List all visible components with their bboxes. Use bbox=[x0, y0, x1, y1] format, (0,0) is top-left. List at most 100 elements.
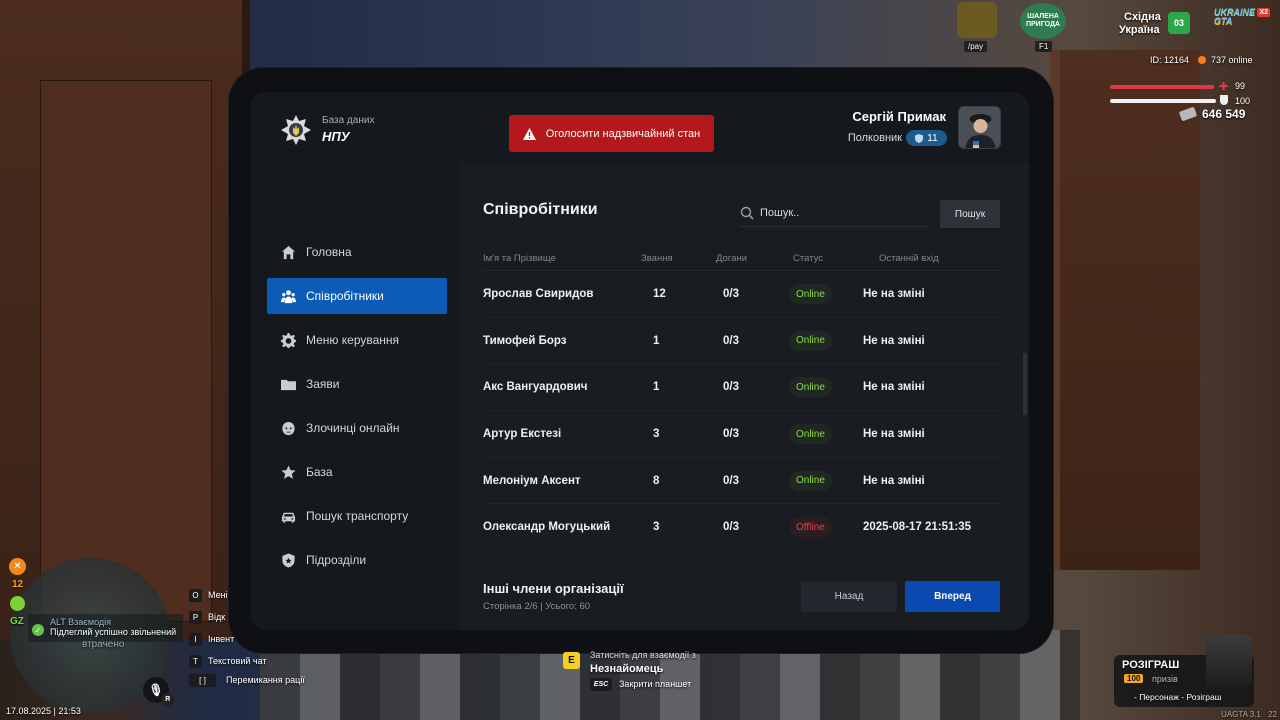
employee-rank: 1 bbox=[653, 334, 660, 347]
interact-target: Незнайомець bbox=[590, 663, 664, 675]
search-input[interactable] bbox=[760, 206, 920, 219]
employee-table: Ярослав Свиридов 12 0/3 Online Не на змі… bbox=[483, 271, 1000, 551]
emergency-button[interactable]: Оголосити надзвичайний стан bbox=[509, 115, 714, 152]
table-row[interactable]: Ярослав Свиридов 12 0/3 Online Не на змі… bbox=[483, 271, 1000, 318]
rank-badge: 11 bbox=[906, 130, 947, 146]
users-icon bbox=[281, 289, 296, 303]
sidebar-item-base[interactable]: База bbox=[267, 454, 447, 490]
employee-rank: 1 bbox=[653, 381, 660, 394]
sidebar-item-label: Пошук транспорту bbox=[306, 509, 409, 523]
employee-reprimands: 0/3 bbox=[723, 334, 739, 347]
search-button[interactable]: Пошук bbox=[940, 200, 1000, 228]
employee-rank: 3 bbox=[653, 428, 660, 441]
gz-label: GZ bbox=[10, 616, 24, 627]
employee-name: Олександр Могуцький bbox=[483, 521, 611, 534]
star-icon bbox=[281, 464, 296, 479]
db-subtitle: База даних bbox=[322, 115, 375, 126]
warning-icon bbox=[522, 127, 536, 140]
folder-icon bbox=[281, 379, 296, 390]
keybind-key: [ ] bbox=[189, 674, 216, 687]
giveaway-unit: призів bbox=[1152, 674, 1178, 684]
table-scrollbar[interactable] bbox=[1023, 353, 1027, 415]
sidebar-item-control-menu[interactable]: Меню керування bbox=[267, 322, 447, 358]
main-panel: Співробітники Пошук Ім'я та Прізвище Зва… bbox=[461, 163, 1029, 630]
table-row[interactable]: Тимофей Борз 1 0/3 Online Не на зміні bbox=[483, 318, 1000, 365]
sidebar-item-applications[interactable]: Заяви bbox=[267, 366, 447, 402]
keybind-key: T bbox=[189, 655, 202, 668]
employee-rank: 3 bbox=[653, 521, 660, 534]
employee-last-login: Не на зміні bbox=[863, 288, 925, 300]
table-row[interactable]: Олександр Могуцький 3 0/3 Offline 2025-0… bbox=[483, 504, 1000, 551]
health-value: 99 bbox=[1235, 81, 1246, 91]
alt-hint: ALT Взаємодія bbox=[50, 617, 112, 627]
datetime: 17.08.2025 | 21:53 bbox=[6, 706, 81, 716]
pay-icon[interactable] bbox=[957, 2, 997, 38]
health-icon: ✚ bbox=[1219, 81, 1229, 93]
region-line2: Україна bbox=[1119, 24, 1160, 36]
pay-label: /pay bbox=[964, 41, 988, 52]
employee-last-login: Не на зміні bbox=[863, 428, 925, 441]
employee-rank: 8 bbox=[653, 474, 660, 487]
sidebar-item-criminals-online[interactable]: Злочинці онлайн bbox=[267, 410, 447, 446]
employee-name: Тимофей Борз bbox=[483, 334, 567, 347]
tablet-screen: База даних НПУ Оголосити надзвичайний ст… bbox=[250, 92, 1029, 630]
employee-reprimands: 0/3 bbox=[723, 288, 739, 300]
interact-key-label: E bbox=[568, 655, 575, 666]
version-suffix: 22 bbox=[1268, 710, 1277, 719]
table-row[interactable]: Акс Вангуардович 1 0/3 Online Не на змін… bbox=[483, 364, 1000, 412]
employee-name: Мелоніум Аксент bbox=[483, 474, 581, 487]
giveaway-sub: - Персонаж - Розіграш bbox=[1134, 692, 1222, 702]
online-count: 737 online bbox=[1211, 55, 1253, 65]
mic-key-label: Я bbox=[164, 696, 171, 703]
notification-toast: ✓ ALT Взаємодія Підлеглий успішно звільн… bbox=[28, 614, 183, 642]
giveaway-panel[interactable]: РОЗІГРАШ 100 призів - Персонаж - Розігра… bbox=[1114, 635, 1254, 707]
home-icon bbox=[281, 245, 296, 259]
employee-reprimands: 0/3 bbox=[723, 521, 739, 534]
back-button[interactable]: Назад bbox=[801, 581, 897, 612]
employee-last-login: Не на зміні bbox=[863, 334, 925, 347]
trident-logo-icon bbox=[281, 115, 311, 145]
employee-last-login: Не на зміні bbox=[863, 381, 925, 394]
sidebar-item-home[interactable]: Головна bbox=[267, 234, 447, 270]
health-bar bbox=[1110, 85, 1214, 89]
sidebar-item-label: Злочинці онлайн bbox=[306, 421, 400, 435]
online-dot-icon bbox=[1198, 56, 1206, 64]
pagination-info: Сторінка 2/6 | Усього: 60 bbox=[483, 601, 591, 612]
keybind-label: Текстовий чат bbox=[208, 656, 267, 666]
sidebar-item-vehicle-search[interactable]: Пошук транспорту bbox=[267, 498, 447, 534]
version: UAGTA 3.1 bbox=[1221, 710, 1261, 719]
event-icon[interactable]: ШАЛЕНА ПРИГОДА bbox=[1020, 3, 1066, 39]
employee-name: Акс Вангуардович bbox=[483, 381, 588, 394]
sidebar-item-label: Меню керування bbox=[306, 333, 400, 347]
next-button[interactable]: Вперед bbox=[905, 581, 1000, 612]
emergency-label: Оголосити надзвичайний стан bbox=[545, 127, 701, 140]
armor-value: 100 bbox=[1235, 96, 1251, 106]
notification-text: Підлеглий успішно звільнений bbox=[50, 627, 177, 637]
status-green-icon bbox=[10, 596, 25, 611]
mic-key: Я bbox=[161, 693, 174, 706]
sidebar-item-divisions[interactable]: Підрозділи bbox=[267, 542, 447, 578]
sidebar-item-employees[interactable]: Співробітники bbox=[267, 278, 447, 314]
sidebar-item-label: Заяви bbox=[306, 377, 340, 391]
giveaway-count: 100 bbox=[1124, 674, 1144, 683]
status-badge: Online bbox=[789, 470, 832, 491]
status-badge: Online bbox=[789, 330, 832, 351]
lost-label: втрачено bbox=[82, 639, 125, 650]
column-header-reprimands: Догани bbox=[716, 253, 747, 264]
car-icon bbox=[281, 512, 296, 523]
table-row[interactable]: Мелоніум Аксент 8 0/3 Online Не на зміні bbox=[483, 458, 1000, 505]
user-rank: Полковник bbox=[847, 132, 902, 144]
region-number: 03 bbox=[1173, 18, 1184, 28]
footer-title: Інші члени організації bbox=[483, 581, 624, 596]
table-row[interactable]: Артур Екстезі 3 0/3 Online Не на зміні bbox=[483, 411, 1000, 458]
status-badge: Online bbox=[789, 284, 832, 304]
armor-bar bbox=[1110, 99, 1216, 103]
employee-reprimands: 0/3 bbox=[723, 381, 739, 394]
employee-name: Артур Екстезі bbox=[483, 428, 562, 441]
armor-icon bbox=[1220, 95, 1228, 105]
keybind-label: Перемикання рації bbox=[226, 675, 305, 685]
region-line1: Східна bbox=[1124, 11, 1161, 23]
event-label: ШАЛЕНА ПРИГОДА bbox=[1025, 13, 1060, 28]
server-logo: UKRAINE GTA X2 bbox=[1214, 8, 1270, 38]
avatar[interactable] bbox=[958, 106, 1001, 149]
